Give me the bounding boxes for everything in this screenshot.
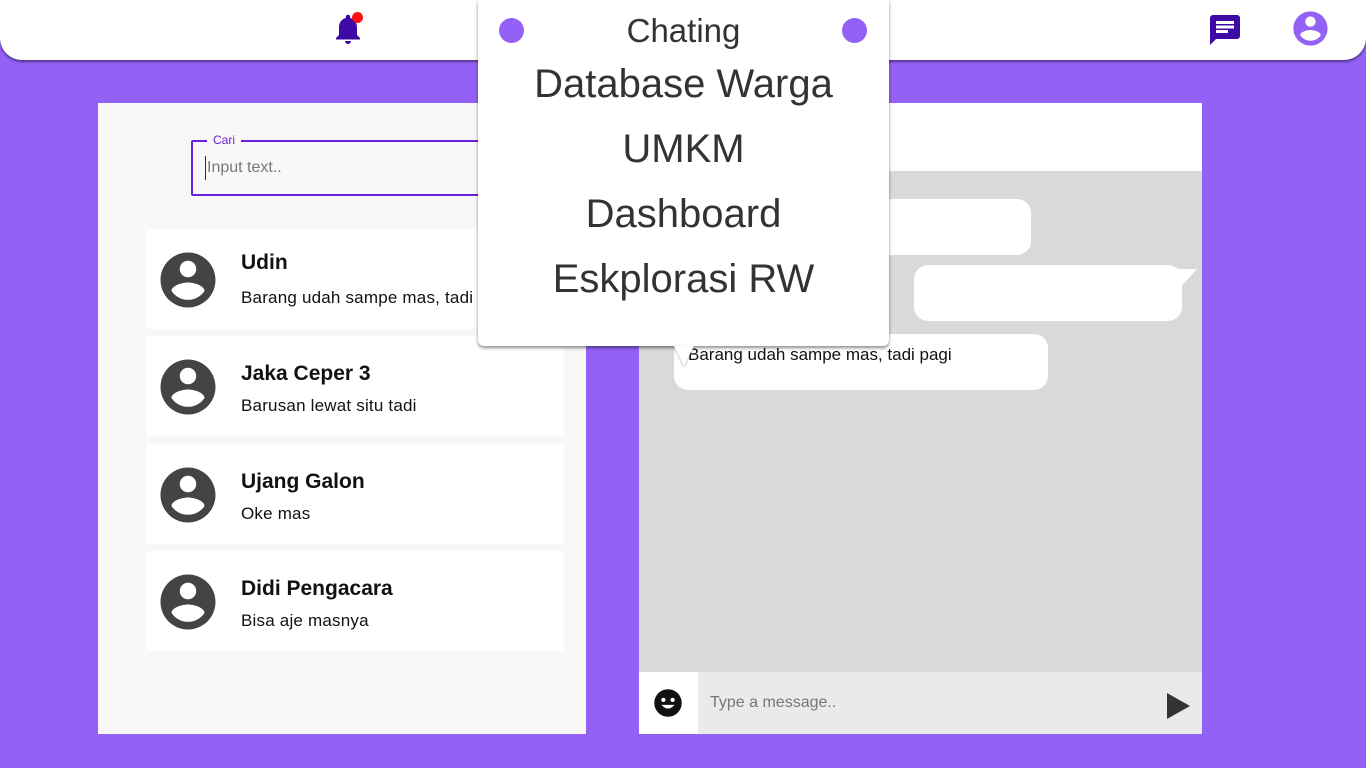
search-label: Cari [207,133,242,147]
contact-name: Jaka Ceper 3 [241,362,371,385]
contact-last-message: Barusan lewat situ tadi [241,396,417,415]
contact-name: Udin [241,251,288,274]
emoji-icon[interactable] [653,688,683,718]
message-field [698,672,1202,734]
menu-item-dashboard[interactable]: Dashboard [478,192,889,237]
contact-last-message: Barang udah sampe mas, tadi pagi [241,288,512,307]
search-input[interactable] [205,156,465,180]
avatar-icon [160,574,216,630]
menu-item-database-warga[interactable]: Database Warga [478,62,889,107]
contact-item[interactable]: Ujang Galon Oke mas [146,444,564,544]
avatar-icon [160,252,216,308]
search-field: Cari [191,133,491,196]
contact-last-message: Bisa aje masnya [241,611,369,630]
message-bubble-tail [1177,269,1197,291]
avatar-icon [160,467,216,523]
contact-name: Didi Pengacara [241,577,393,600]
message-input[interactable] [710,691,1130,715]
avatar-icon [160,359,216,415]
notification-dot [352,12,363,23]
contact-last-message: Oke mas [241,504,311,523]
menu-pointer [674,346,694,366]
message-composer [639,672,1202,734]
menu-title[interactable]: Chating [478,12,889,50]
contact-name: Ujang Galon [241,470,365,493]
send-icon[interactable] [1164,691,1192,721]
account-circle-icon[interactable] [1290,8,1331,49]
menu-item-umkm[interactable]: UMKM [478,127,889,172]
contact-item[interactable]: Didi Pengacara Bisa aje masnya [146,551,564,651]
navigation-menu: Chating Database Warga UMKM Dashboard Es… [478,0,889,366]
contact-item[interactable]: Jaka Ceper 3 Barusan lewat situ tadi [146,336,564,436]
menu-item-eskplorasi-rw[interactable]: Eskplorasi RW [478,257,889,302]
message-bubble-sent [914,265,1182,321]
chat-icon[interactable] [1206,12,1244,48]
